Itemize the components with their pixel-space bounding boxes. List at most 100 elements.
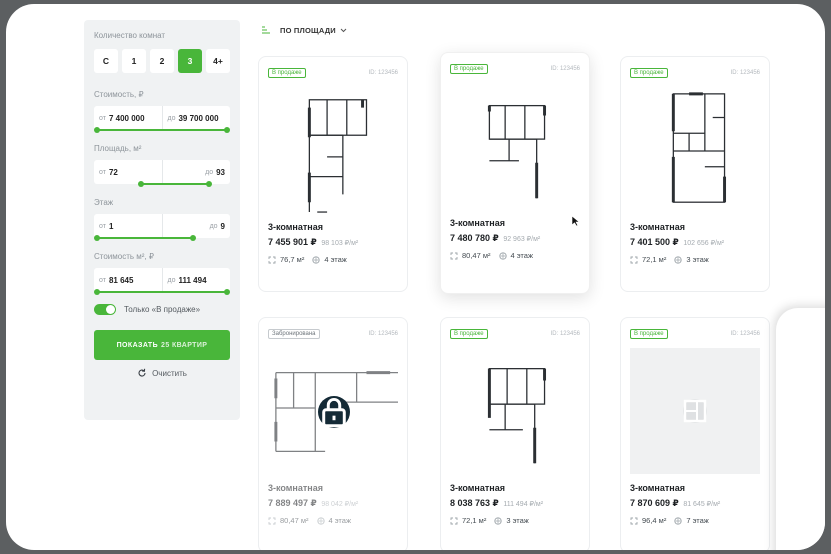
- floor-range: от 1 до 9: [94, 214, 231, 241]
- price-slider-max-handle[interactable]: [224, 127, 230, 133]
- price-to-field[interactable]: до 39 700 000: [161, 106, 231, 130]
- area-slider[interactable]: [94, 181, 230, 187]
- apartment-meta: 80,47 м² 4 этаж: [450, 251, 580, 260]
- floor-plan-image: [268, 348, 398, 474]
- status-badge: В продаже: [630, 68, 668, 78]
- floor-slider[interactable]: [94, 235, 230, 241]
- ppm-from-field[interactable]: от 81 645: [94, 268, 162, 292]
- ppm-slider-min-handle[interactable]: [94, 289, 100, 295]
- apartment-price-row: 7 480 780 ₽ 92 963 ₽/м²: [450, 233, 580, 244]
- ppm-slider[interactable]: [94, 289, 230, 295]
- room-option-3[interactable]: 3: [178, 49, 202, 73]
- area-from-prefix: от: [99, 168, 106, 176]
- show-button-label: ПОКАЗАТЬ: [116, 341, 159, 349]
- room-option-studio[interactable]: С: [94, 49, 118, 73]
- area-from-field[interactable]: от 72: [94, 160, 162, 184]
- apartment-floor: 3 этаж: [506, 516, 529, 525]
- price-slider[interactable]: [94, 127, 230, 133]
- room-option-2[interactable]: 2: [150, 49, 174, 73]
- apartment-id: ID: 123456: [730, 70, 760, 76]
- area-label: Площадь, м²: [94, 144, 142, 153]
- floor-plan-image: [630, 87, 760, 213]
- filter-panel: Количество комнат С 1 2 3 4+ Стоимость, …: [84, 20, 240, 420]
- apartment-area: 76,7 м²: [280, 255, 305, 264]
- apartment-price: 7 870 609 ₽: [630, 498, 679, 508]
- ppm-slider-max-handle[interactable]: [224, 289, 230, 295]
- apartment-price-row: 8 038 763 ₽ 111 494 ₽/м²: [450, 498, 580, 509]
- floor-plan-image: [268, 87, 398, 213]
- floor-slider-min-handle[interactable]: [94, 235, 100, 241]
- apartment-price-row: 7 870 609 ₽ 81 645 ₽/м²: [630, 498, 760, 509]
- apartment-title: 3-комнатная: [630, 483, 685, 493]
- floor-slider-max-handle[interactable]: [190, 235, 196, 241]
- apartment-title: 3-комнатная: [450, 218, 505, 228]
- apartment-title: 3-комнатная: [268, 483, 323, 493]
- app-window: Количество комнат С 1 2 3 4+ Стоимость, …: [6, 4, 825, 550]
- apartment-title: 3-комнатная: [450, 483, 505, 493]
- price-per-m2-label: Стоимость м², ₽: [94, 252, 154, 261]
- image-placeholder-icon: [683, 399, 707, 423]
- apartment-floor: 4 этаж: [328, 516, 351, 525]
- price-per-m2: 92 963 ₽/м²: [503, 236, 541, 243]
- floor-from-field[interactable]: от 1: [94, 214, 162, 238]
- overlay-panel-corner: [776, 308, 825, 550]
- floor-to-field[interactable]: до 9: [161, 214, 231, 238]
- floor-label: Этаж: [94, 198, 114, 207]
- floor-plan-image: [450, 348, 580, 474]
- ppm-to-prefix: до: [167, 276, 176, 284]
- apartment-area: 72,1 м²: [642, 255, 667, 264]
- ppm-from-prefix: от: [99, 276, 106, 284]
- apartment-id: ID: 123456: [368, 70, 398, 76]
- price-from-field[interactable]: от 7 400 000: [94, 106, 162, 130]
- area-slider-max-handle[interactable]: [206, 181, 212, 187]
- sort-label: ПО ПЛОЩАДИ: [280, 25, 336, 35]
- apartment-card[interactable]: В продаже ID: 123456 3-комнатная 8 038 7…: [440, 317, 590, 550]
- room-option-4plus[interactable]: 4+: [206, 49, 230, 73]
- apartment-area: 96,4 м²: [642, 516, 667, 525]
- ppm-to-value: 111 494: [178, 275, 207, 285]
- floor-icon: [312, 255, 320, 264]
- apartment-title: 3-комнатная: [630, 222, 685, 232]
- apartment-price: 8 038 763 ₽: [450, 498, 499, 508]
- floor-plan-placeholder: [630, 348, 760, 474]
- apartment-meta: 80,47 м² 4 этаж: [268, 516, 398, 525]
- area-icon: [450, 252, 458, 259]
- ppm-to-field[interactable]: до 111 494: [161, 268, 231, 292]
- area-to-field[interactable]: до 93: [161, 160, 231, 184]
- apartment-card[interactable]: В продаже ID: 123456 3-комнатная 7 455 9…: [258, 56, 408, 292]
- room-option-1[interactable]: 1: [122, 49, 146, 73]
- show-apartments-button[interactable]: ПОКАЗАТЬ 25 КВАРТИР: [94, 330, 230, 360]
- lock-icon: [318, 396, 350, 428]
- price-per-m2: 111 494 ₽/м²: [503, 501, 544, 508]
- area-slider-min-handle[interactable]: [138, 181, 144, 187]
- status-badge: Забронирована: [268, 329, 320, 339]
- apartment-id: ID: 123456: [730, 331, 760, 337]
- rooms-selector: С 1 2 3 4+: [94, 49, 230, 73]
- price-from-value: 7 400 000: [108, 113, 145, 123]
- apartment-card[interactable]: В продаже ID: 123456 3-комнатная 7 870 6…: [620, 317, 770, 550]
- sort-dropdown[interactable]: ПО ПЛОЩАДИ: [261, 25, 347, 35]
- apartment-price: 7 455 901 ₽: [268, 237, 317, 247]
- floor-icon: [498, 251, 507, 260]
- clear-filters-button[interactable]: Очистить: [94, 368, 230, 378]
- apartment-card[interactable]: В продаже ID: 123456 3-комнатная 7 401 5…: [620, 56, 770, 292]
- status-badge: В продаже: [268, 68, 306, 78]
- apartment-floor: 7 этаж: [686, 516, 709, 525]
- area-from-value: 72: [108, 167, 118, 177]
- apartment-card[interactable]: Забронирована ID: 123456 3-комнатная 7 8…: [258, 317, 408, 550]
- apartment-meta: 96,4 м² 7 этаж: [630, 516, 760, 525]
- status-badge: В продаже: [450, 64, 488, 74]
- apartment-card[interactable]: В продаже ID: 123456 3-комнатная 7 480 7…: [440, 52, 590, 294]
- floor-icon: [674, 255, 682, 264]
- price-slider-min-handle[interactable]: [94, 127, 100, 133]
- sort-icon: [262, 26, 270, 34]
- apartment-price: 7 480 780 ₽: [450, 233, 499, 243]
- mouse-cursor-icon: [571, 215, 580, 227]
- status-badge: В продаже: [630, 329, 668, 339]
- apartment-area: 80,47 м²: [280, 516, 309, 525]
- only-on-sale-label: Только «В продаже»: [124, 305, 201, 314]
- floor-from-prefix: от: [99, 222, 106, 230]
- area-icon: [630, 256, 638, 263]
- only-on-sale-toggle[interactable]: [94, 304, 116, 315]
- apartment-price-row: 7 401 500 ₽ 102 656 ₽/м²: [630, 237, 760, 248]
